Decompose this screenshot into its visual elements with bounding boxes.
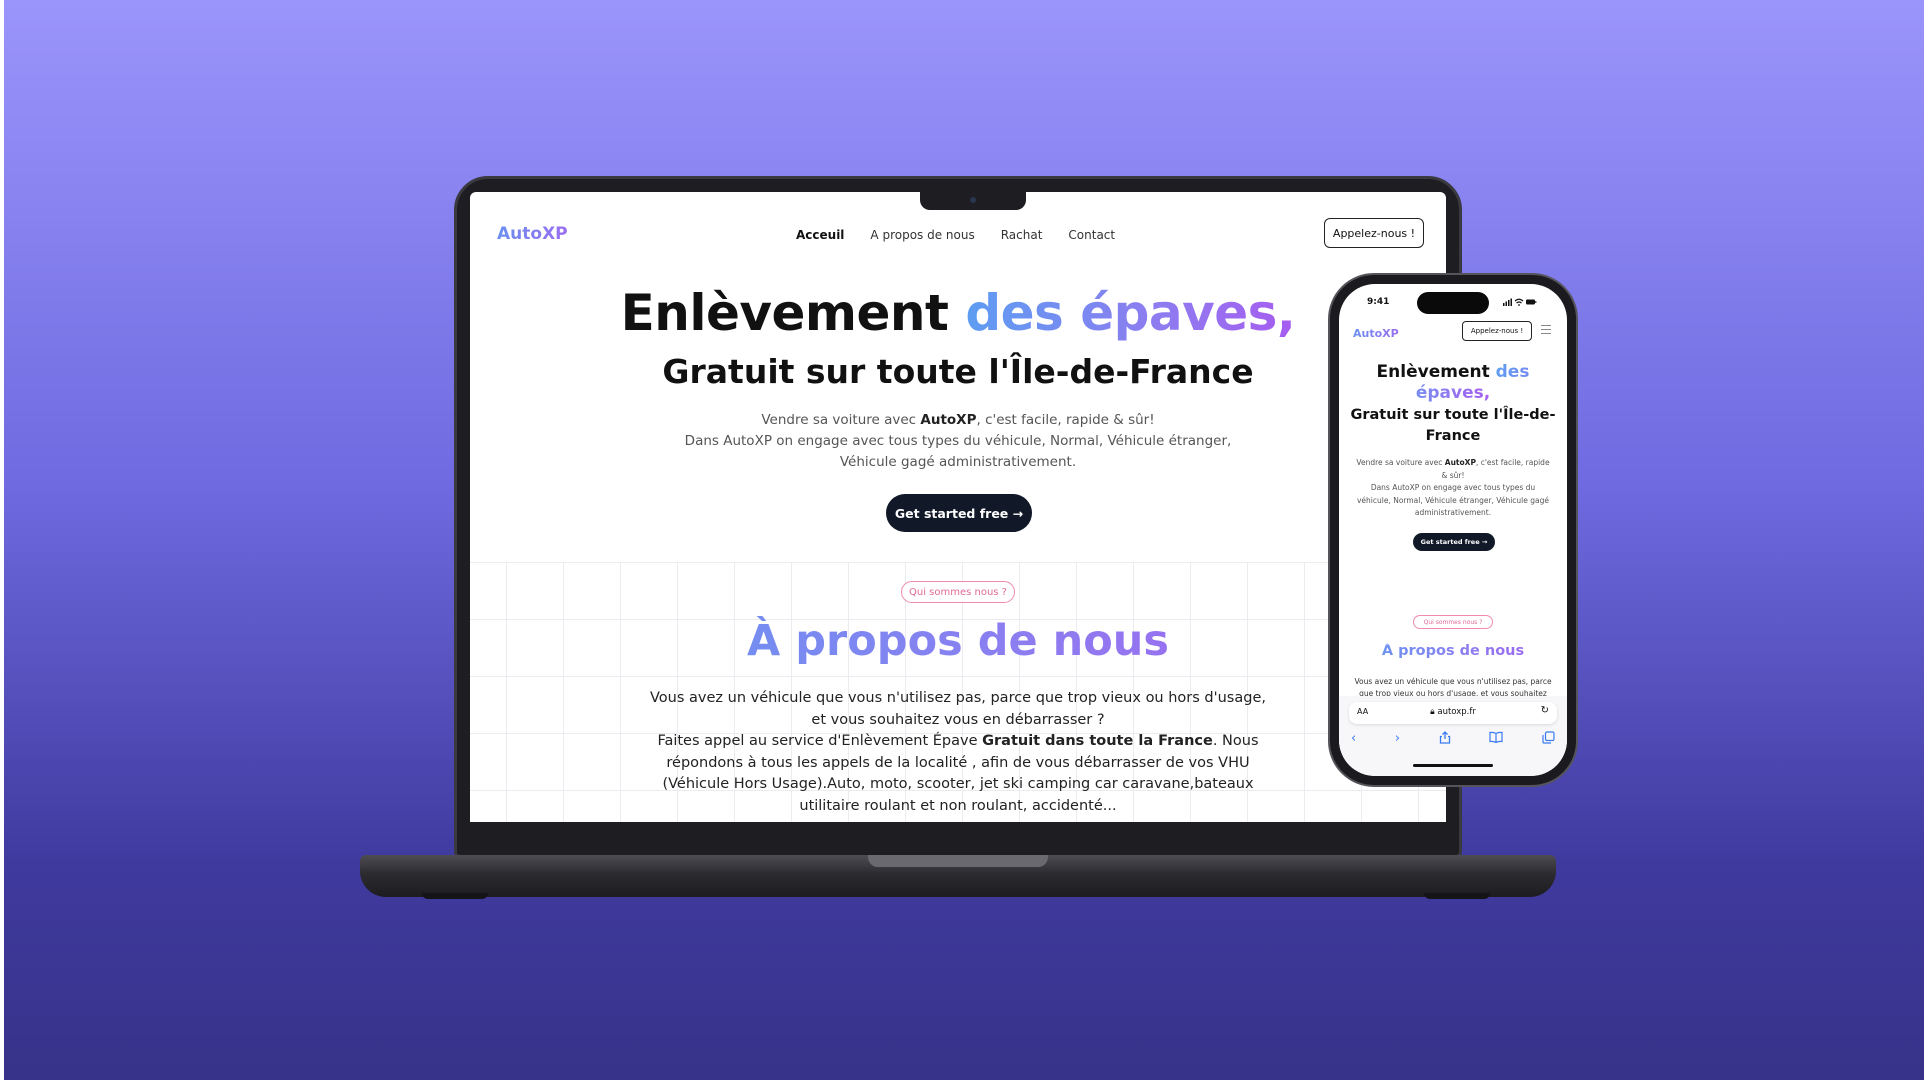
- phone-hero-title: Enlèvement des épaves,: [1349, 362, 1557, 404]
- phone-desc-brand: AutoXP: [1444, 458, 1476, 467]
- hero-desc-pre: Vendre sa voiture avec: [761, 412, 921, 428]
- about-text: Vous avez un véhicule que vous n'utilise…: [650, 688, 1266, 817]
- phone-screen: 9:41 AutoXP Appelez-nous ! Enlèvement de…: [1339, 284, 1567, 776]
- phone-about-text: Vous avez un véhicule que vous n'utilise…: [1354, 677, 1552, 698]
- phone-about-title: À propos de nous: [1339, 643, 1567, 659]
- about-p1: Vous avez un véhicule que vous n'utilise…: [650, 690, 1266, 728]
- site-logo[interactable]: AutoXP: [497, 224, 568, 244]
- nav-item-rachat[interactable]: Rachat: [1001, 228, 1043, 242]
- hero-desc-line2: Dans AutoXP on engage avec tous types du…: [684, 433, 1232, 470]
- lock-icon: 🔒︎: [1430, 707, 1435, 717]
- about-title: À propos de nous: [470, 616, 1446, 666]
- about-p2-bold: Gratuit dans toute la France: [982, 733, 1213, 749]
- home-indicator: [1413, 764, 1493, 767]
- about-p2-pre: Faites appel au service d'Enlèvement Épa…: [657, 733, 983, 749]
- phone-hero-title-plain: Enlèvement: [1376, 362, 1496, 382]
- phone-site-logo[interactable]: AutoXP: [1353, 327, 1399, 340]
- laptop-foot-right: [1424, 893, 1490, 899]
- call-us-button[interactable]: Appelez-nous !: [1324, 218, 1424, 248]
- share-icon[interactable]: [1439, 731, 1451, 748]
- hero-subtitle: Gratuit sur toute l'Île-de-France: [662, 352, 1254, 391]
- url-display[interactable]: 🔒︎ autoxp.fr: [1349, 707, 1557, 717]
- signal-wifi-battery-icon: [1503, 298, 1537, 306]
- status-icons: [1503, 298, 1537, 308]
- hero-desc-post: , c'est facile, rapide & sûr!: [976, 412, 1155, 428]
- phone-hero-subtitle: Gratuit sur toute l'Île-de-France: [1350, 407, 1556, 444]
- laptop-foot-left: [422, 893, 488, 899]
- tabs-icon[interactable]: [1542, 731, 1555, 748]
- bookmarks-icon[interactable]: [1489, 731, 1503, 748]
- phone-desc-pre: Vendre sa voiture avec: [1356, 458, 1445, 467]
- hero-description: Vendre sa voiture avec AutoXP, c'est fac…: [670, 410, 1246, 473]
- mockup-background: AutoXP Acceuil A propos de nous Rachat C…: [4, 0, 1924, 1080]
- phone-get-started-button[interactable]: Get started free →: [1413, 533, 1495, 551]
- back-icon[interactable]: ‹: [1351, 731, 1356, 748]
- reload-icon[interactable]: ↻: [1541, 705, 1549, 716]
- safari-toolbar: ‹ ›: [1351, 731, 1555, 748]
- hero-desc-brand: AutoXP: [920, 412, 977, 428]
- phone-desc-line2: Dans AutoXP on engage avec tous types du…: [1356, 483, 1549, 517]
- phone-about-badge: Qui sommes nous ?: [1413, 615, 1493, 629]
- dynamic-island: [1417, 292, 1489, 314]
- hero-title: Enlèvement des épaves,: [470, 284, 1446, 342]
- phone-call-us-button[interactable]: Appelez-nous !: [1462, 321, 1532, 341]
- nav-item-acceuil[interactable]: Acceuil: [796, 228, 844, 242]
- phone-hero-description: Vendre sa voiture avec AutoXP, c'est fac…: [1355, 457, 1551, 520]
- status-time: 9:41: [1367, 297, 1390, 307]
- laptop-screen: AutoXP Acceuil A propos de nous Rachat C…: [470, 192, 1446, 822]
- nav-item-a-propos[interactable]: A propos de nous: [870, 228, 974, 242]
- about-badge: Qui sommes nous ?: [901, 581, 1015, 603]
- hero-title-accent: des épaves,: [965, 284, 1296, 342]
- laptop-hinge: [868, 855, 1048, 867]
- url-text: autoxp.fr: [1437, 707, 1476, 717]
- address-bar[interactable]: AA 🔒︎ autoxp.fr ↻: [1349, 702, 1557, 724]
- nav-menu: Acceuil A propos de nous Rachat Contact: [796, 228, 1115, 242]
- hero-title-plain: Enlèvement: [620, 284, 966, 342]
- get-started-button[interactable]: Get started free →: [886, 494, 1032, 532]
- forward-icon[interactable]: ›: [1395, 731, 1400, 748]
- nav-item-contact[interactable]: Contact: [1068, 228, 1115, 242]
- menu-icon[interactable]: [1541, 325, 1551, 336]
- camera-notch: [920, 192, 1026, 210]
